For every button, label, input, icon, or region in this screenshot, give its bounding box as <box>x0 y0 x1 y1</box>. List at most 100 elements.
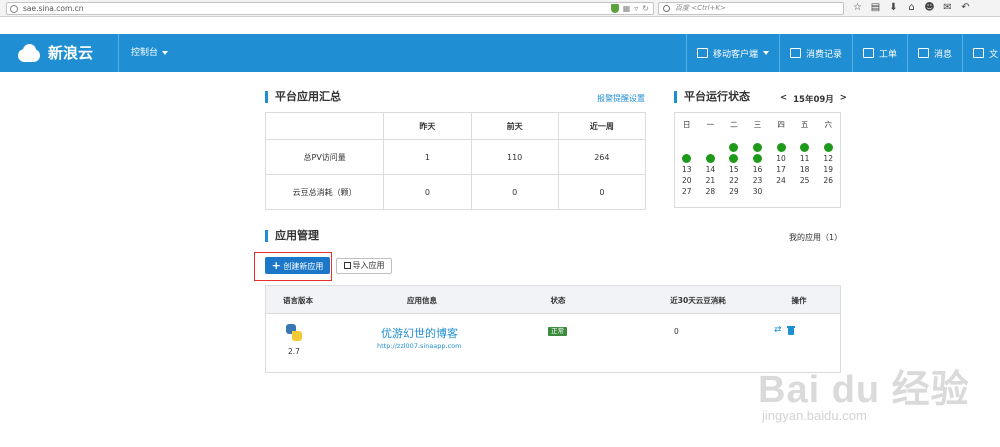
import-app-button[interactable]: 导入应用 <box>336 258 392 274</box>
dropdown-icon[interactable]: ▿ <box>634 4 638 14</box>
status-ok-dot <box>800 143 810 152</box>
calendar-grid: 日 一 二 三 四 五 六 10 11 12 13 14 15 16 17 18 19 20 21 22 23 24 25 2… <box>675 119 840 197</box>
nav-tickets[interactable]: 工单 <box>852 34 907 72</box>
search-icon <box>663 5 670 12</box>
column-header: 语言版本 <box>283 296 313 305</box>
status-ok-dot <box>682 154 692 163</box>
browser-toolbar-icons: ☆ ▤ ⬇ ⌂ ☻ ✉ ↶ <box>852 1 971 14</box>
app-name-link[interactable]: 优游幻世的博客 <box>381 325 458 341</box>
chat-icon[interactable]: ☻ <box>924 1 935 14</box>
calendar-nav: < 15年09月 > <box>780 93 847 105</box>
header-nav: 移动客户端 消费记录 工单 消息 文 <box>686 34 1000 72</box>
weekday-label: 一 <box>706 120 715 129</box>
weekday-label: 五 <box>800 120 809 129</box>
status-ok-dot <box>752 154 762 163</box>
plus-icon: + <box>271 259 281 272</box>
table-header: 昨天 <box>383 112 472 140</box>
calendar-day: 23 <box>752 176 763 185</box>
usage-value: 0 <box>674 327 679 336</box>
calendar-day: 17 <box>776 165 786 174</box>
nav-label: 工单 <box>879 49 898 60</box>
receipt-icon <box>790 48 802 58</box>
alert-settings-link[interactable]: 报警提醒设置 <box>597 93 645 104</box>
nav-mobile-client[interactable]: 移动客户端 <box>686 34 779 72</box>
table-cell: 0 <box>557 174 647 210</box>
weekday-label: 六 <box>824 120 832 129</box>
app-url-link[interactable]: http://zzl007.sinaapp.com <box>377 342 462 350</box>
console-label: 控制台 <box>131 48 159 58</box>
nav-label: 移动客户端 <box>713 49 759 60</box>
column-header: 操作 <box>791 296 807 305</box>
qr-icon[interactable]: ▦ <box>623 4 631 14</box>
language-version: 2.7 <box>288 347 300 356</box>
calendar-day <box>793 186 817 197</box>
phone-icon <box>697 48 708 58</box>
home-icon[interactable]: ⌂ <box>906 1 917 14</box>
nav-docs[interactable]: 文 <box>962 34 1000 72</box>
calendar-day: 20 <box>682 176 692 185</box>
table-header <box>264 112 385 140</box>
calendar-day: 27 <box>682 187 692 196</box>
status-ok-dot <box>729 143 739 152</box>
create-app-button[interactable]: + 创建新应用 <box>265 257 330 274</box>
weekday-label: 四 <box>777 120 785 129</box>
calendar-day: 28 <box>705 187 716 196</box>
row-label: 云豆总消耗（颗） <box>264 174 385 210</box>
url-text: sae.sina.com.cn <box>23 4 84 13</box>
globe-icon <box>10 5 18 13</box>
summary-table: 昨天 前天 近一周 总PV访问量 1 110 264 云豆总消耗（颗） 0 0 … <box>264 112 647 210</box>
comment-icon[interactable]: ✉ <box>942 1 953 14</box>
calendar-day: 19 <box>823 165 833 174</box>
calendar-day <box>699 153 723 164</box>
status-ok-dot <box>729 154 739 163</box>
next-month-button[interactable]: > <box>840 93 847 105</box>
logo[interactable]: 新浪云 <box>16 42 93 63</box>
calendar-day <box>793 142 817 153</box>
calendar-day <box>675 153 699 164</box>
nav-messages[interactable]: 消息 <box>907 34 962 72</box>
table-cell: 1 <box>383 139 472 175</box>
star-icon[interactable]: ☆ <box>852 1 863 14</box>
cloud-icon <box>16 43 42 63</box>
column-header: 近30天云豆消耗 <box>670 296 726 305</box>
swap-icon[interactable]: ⇄ <box>774 326 783 335</box>
status-ok-dot <box>705 154 715 163</box>
shield-icon[interactable] <box>610 4 619 13</box>
nav-label: 消息 <box>934 49 953 60</box>
back-icon[interactable]: ↶ <box>960 1 971 14</box>
download-icon[interactable]: ⬇ <box>888 1 899 14</box>
calendar-day: 13 <box>682 165 692 174</box>
calendar-day: 21 <box>705 176 716 185</box>
search-placeholder: 百度 <Ctrl+K> <box>675 4 726 12</box>
calendar-day: 30 <box>752 187 763 196</box>
chevron-down-icon <box>162 51 169 55</box>
calendar-day <box>722 142 746 153</box>
app-header: 新浪云 控制台 移动客户端 消费记录 工单 消息 文 <box>0 34 1000 72</box>
address-bar[interactable]: sae.sina.com.cn ▦ ▿ ↻ <box>6 2 654 15</box>
status-calendar: 日 一 二 三 四 五 六 10 11 12 13 14 15 16 17 18 19 20 21 22 23 24 25 2… <box>674 112 841 208</box>
row-label: 总PV访问量 <box>264 139 385 175</box>
console-menu[interactable]: 控制台 <box>118 34 169 72</box>
calendar-day: 25 <box>799 176 810 185</box>
summary-title: 平台应用汇总 <box>265 91 341 103</box>
my-apps-count: 我的应用（1） <box>789 233 843 242</box>
search-bar[interactable]: 百度 <Ctrl+K> <box>658 2 844 15</box>
column-header: 状态 <box>550 296 566 305</box>
table-cell: 264 <box>557 139 647 175</box>
python-icon <box>278 323 310 343</box>
prev-month-button[interactable]: < <box>780 93 787 105</box>
calendar-day: 26 <box>823 176 833 185</box>
clipboard-icon[interactable]: ▤ <box>870 1 881 14</box>
trash-icon[interactable] <box>787 326 795 335</box>
calendar-day: 18 <box>799 165 810 174</box>
ticket-icon <box>863 48 875 58</box>
reload-icon[interactable]: ↻ <box>642 4 649 14</box>
calendar-day <box>675 142 699 153</box>
calendar-day <box>816 186 840 197</box>
nav-consumption[interactable]: 消费记录 <box>779 34 852 72</box>
calendar-day: 29 <box>729 187 739 196</box>
month-label: 15年09月 <box>793 95 834 105</box>
calendar-day: 15 <box>729 165 739 174</box>
browser-toolbar: sae.sina.com.cn ▦ ▿ ↻ 百度 <Ctrl+K> ☆ ▤ ⬇ … <box>0 0 1000 17</box>
import-app-label: 导入应用 <box>352 261 385 270</box>
